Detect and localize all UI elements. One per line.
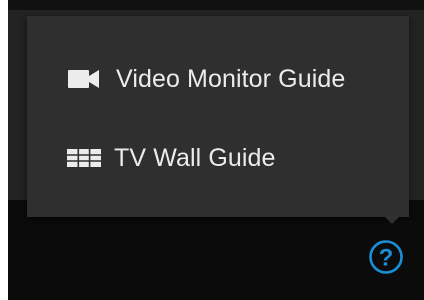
menu-item-label: Video Monitor Guide [116, 64, 346, 93]
help-popover-menu: Video Monitor Guide TV Wall Guide [27, 16, 409, 224]
top-strip [8, 0, 424, 10]
help-circle-icon: ? [369, 240, 403, 274]
help-button[interactable]: ? [368, 239, 404, 275]
menu-item-video-monitor-guide[interactable]: Video Monitor Guide [67, 62, 345, 96]
tv-wall-grid-icon [67, 146, 101, 170]
help-button-label: ? [379, 245, 394, 272]
menu-item-tv-wall-guide[interactable]: TV Wall Guide [67, 141, 276, 175]
video-camera-icon [67, 67, 101, 91]
menu-item-label: TV Wall Guide [114, 143, 276, 172]
